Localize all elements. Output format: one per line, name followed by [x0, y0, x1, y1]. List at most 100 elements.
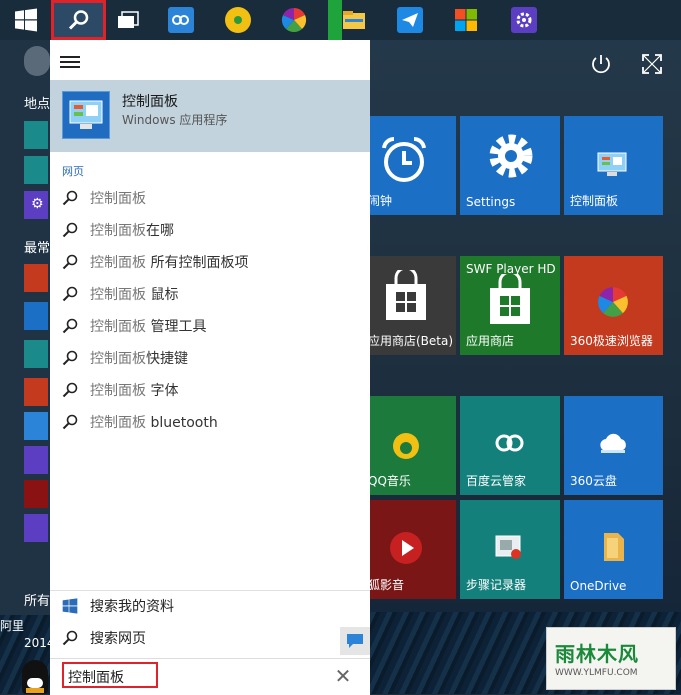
web-suggestion[interactable]: 控制面板 bluetooth [60, 407, 360, 437]
taskbar-qq-music[interactable] [212, 0, 264, 40]
search-input[interactable]: 控制面板 [62, 662, 158, 688]
web-suggestion[interactable]: 控制面板 [60, 183, 360, 213]
tile-onedrive[interactable]: OneDrive [564, 500, 663, 599]
frequent-item[interactable] [24, 340, 48, 368]
all-apps-label[interactable]: 所有 [24, 590, 50, 609]
search-icon [60, 382, 80, 398]
search-icon [60, 318, 80, 334]
suggestion-suffix: 所有控制面板项 [146, 255, 249, 271]
tile-label: 狐影音 [368, 578, 405, 592]
tile-360-cloud[interactable]: 360云盘 [564, 396, 663, 495]
tile-qq-music[interactable]: QQ音乐 [366, 396, 456, 495]
tile-baidu-cloud[interactable]: 百度云管家 [460, 396, 560, 495]
tile-label: 360云盘 [570, 474, 617, 488]
cloud-icon [495, 434, 524, 452]
search-icon [60, 222, 80, 238]
control-panel-icon [597, 152, 627, 176]
best-match-title: 控制面板 [122, 94, 178, 110]
hamburger-icon[interactable] [60, 56, 80, 68]
music-icon [393, 433, 419, 459]
play-icon [390, 532, 422, 564]
places-item[interactable] [24, 156, 48, 184]
suggestion-suffix: 鼠标 [146, 287, 179, 303]
expand-icon [642, 54, 662, 74]
browser-pinwheel-icon [598, 287, 628, 317]
search-icon [60, 350, 80, 366]
search-icon [60, 414, 80, 430]
web-suggestion[interactable]: 控制面板快捷键 [60, 343, 360, 373]
taskbar-mail[interactable] [384, 0, 436, 40]
browser-pinwheel-icon [281, 7, 307, 33]
clock-icon [382, 136, 426, 182]
suggestion-query: 控制面板 [90, 383, 146, 399]
cloud-drive-icon [600, 433, 626, 453]
tile-store[interactable]: SWF Player HD 应用商店 [460, 256, 560, 355]
suggestion-suffix: 快捷键 [146, 351, 188, 367]
music-icon [225, 7, 251, 33]
power-button[interactable] [589, 52, 613, 76]
taskbar-360-browser[interactable] [268, 0, 320, 40]
task-view-icon [118, 11, 139, 28]
suggestion-suffix: 管理工具 [146, 319, 207, 335]
tile-steps-recorder[interactable]: 步骤记录器 [460, 500, 560, 599]
taskbar-settings[interactable] [498, 0, 550, 40]
store-icon [455, 9, 477, 31]
frequent-heading: 最常 [24, 241, 51, 256]
places-item-settings[interactable]: ⚙ [24, 191, 48, 219]
taskbar-baidu-cloud[interactable] [155, 0, 207, 40]
frequent-item[interactable] [24, 264, 48, 292]
watermark-url: WWW.YLMFU.COM [555, 668, 638, 678]
frequent-item[interactable] [24, 514, 48, 542]
search-icon [68, 10, 88, 30]
clear-search-icon[interactable]: ✕ [332, 664, 354, 688]
web-suggestion[interactable]: 控制面板 鼠标 [60, 279, 360, 309]
best-match-subtitle: Windows 应用程序 [122, 113, 228, 127]
search-my-stuff-label: 搜索我的资料 [90, 599, 174, 615]
shopping-bag-icon [490, 274, 530, 324]
suggestion-query: 控制面板 [90, 415, 146, 431]
user-name-line1: 阿里 [0, 619, 25, 633]
suggestion-query: 控制面板 [90, 319, 146, 335]
tile-alarm[interactable]: 闹钟 [366, 116, 456, 215]
taskbar-store[interactable] [440, 0, 492, 40]
suggestion-query: 控制面板 [90, 351, 146, 367]
places-item[interactable] [24, 121, 48, 149]
web-suggestion[interactable]: 控制面板 所有控制面板项 [60, 247, 360, 277]
tile-control-panel[interactable]: 控制面板 [564, 116, 663, 215]
tile-label: 控制面板 [570, 194, 619, 208]
web-suggestion[interactable]: 控制面板在哪 [60, 215, 360, 245]
places-heading: 地点 [24, 97, 51, 112]
feedback-button[interactable] [340, 627, 370, 655]
fullscreen-button[interactable] [640, 52, 664, 76]
frequent-item[interactable] [24, 302, 48, 330]
task-view-button[interactable] [102, 0, 154, 40]
avatar[interactable] [24, 46, 50, 76]
suggestion-suffix: 在哪 [146, 223, 174, 239]
suggestion-query: 控制面板 [90, 287, 146, 303]
frequent-item[interactable] [24, 378, 48, 406]
tile-settings[interactable]: Settings [460, 116, 560, 215]
search-web-label: 搜索网页 [90, 631, 146, 647]
start-button[interactable] [0, 0, 52, 40]
tile-label: OneDrive [570, 579, 627, 593]
search-my-stuff-button[interactable]: 搜索我的资料 [60, 591, 360, 621]
active-indicator [328, 0, 342, 40]
tile-store-beta[interactable]: 应用商店(Beta) [366, 256, 456, 355]
frequent-item[interactable] [24, 446, 48, 474]
search-button[interactable] [51, 0, 106, 40]
shopping-bag-icon [386, 270, 426, 320]
web-suggestion[interactable]: 控制面板 字体 [60, 375, 360, 405]
frequent-item[interactable] [24, 480, 48, 508]
paper-plane-icon [397, 7, 423, 33]
web-suggestion[interactable]: 控制面板 管理工具 [60, 311, 360, 341]
tile-label: Settings [466, 195, 516, 209]
tile-media-player[interactable]: 狐影音 [366, 500, 456, 599]
tile-label: 百度云管家 [466, 474, 527, 488]
tile-360-browser[interactable]: 360极速浏览器 [564, 256, 663, 355]
search-web-button[interactable]: 搜索网页 [60, 623, 360, 653]
cloud-icon [168, 7, 194, 33]
taskbar-file-explorer[interactable] [326, 0, 370, 40]
gear-icon: ⚙ [31, 196, 44, 212]
speech-bubble-icon [347, 634, 363, 648]
frequent-item[interactable] [24, 412, 48, 440]
